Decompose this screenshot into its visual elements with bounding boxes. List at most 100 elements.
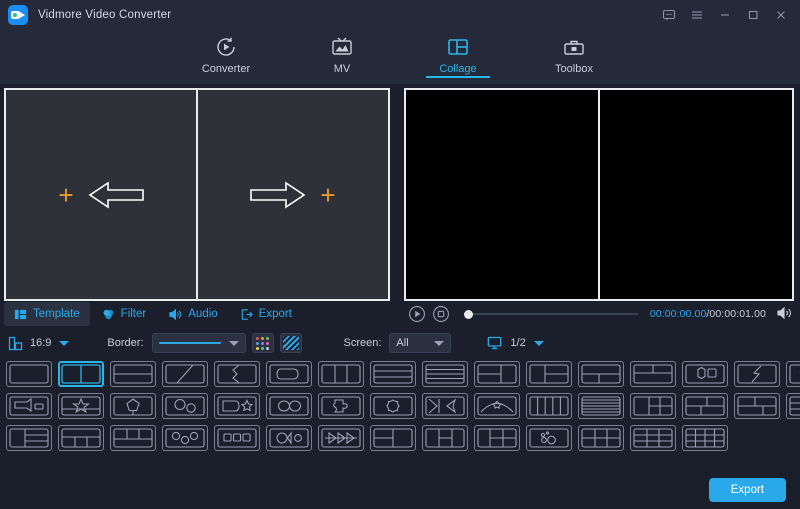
template-top-two-bottom-wide[interactable] bbox=[630, 361, 676, 387]
stop-icon[interactable] bbox=[432, 305, 450, 323]
template-five-columns[interactable] bbox=[526, 393, 572, 419]
template-megaphone-shape[interactable] bbox=[6, 393, 52, 419]
collage-cell-1[interactable]: + bbox=[6, 90, 196, 299]
nav-tab-mv[interactable]: MV bbox=[302, 30, 382, 75]
template-two-ovals[interactable] bbox=[266, 393, 312, 419]
progress-scrubber[interactable] bbox=[462, 307, 638, 321]
volume-icon[interactable] bbox=[776, 305, 794, 323]
feedback-icon[interactable] bbox=[656, 2, 682, 28]
template-three-circles[interactable] bbox=[162, 425, 208, 451]
template-twelve-grid[interactable] bbox=[682, 425, 728, 451]
border-color-button[interactable] bbox=[252, 333, 274, 353]
template-diagonal-split[interactable] bbox=[162, 361, 208, 387]
aspect-ratio-control[interactable]: 16:9 bbox=[8, 336, 69, 351]
page-indicator: 1/2 bbox=[510, 337, 525, 349]
chevron-down-icon[interactable] bbox=[434, 341, 444, 346]
collage-editor-pane: + + bbox=[0, 84, 400, 327]
template-left-wide-right-grid[interactable] bbox=[682, 393, 728, 419]
maximize-icon[interactable] bbox=[740, 2, 766, 28]
preview-half-left bbox=[406, 90, 598, 299]
menu-icon[interactable] bbox=[684, 2, 710, 28]
template-arrow-burst[interactable] bbox=[422, 393, 468, 419]
nav-tab-converter[interactable]: Converter bbox=[186, 30, 266, 75]
aspect-ratio-value: 16:9 bbox=[30, 337, 51, 349]
preview-video-wrap bbox=[400, 84, 794, 301]
monitor-icon bbox=[487, 336, 502, 350]
template-rounded-shape[interactable] bbox=[266, 361, 312, 387]
export-button[interactable]: Export bbox=[709, 478, 786, 502]
template-puzzle-piece[interactable] bbox=[318, 393, 364, 419]
template-two-rows-right-wide[interactable] bbox=[786, 393, 800, 419]
template-two-rows[interactable] bbox=[110, 361, 156, 387]
collage-cell-2[interactable]: + bbox=[196, 90, 388, 299]
template-top-wide-bottom-three[interactable] bbox=[58, 425, 104, 451]
template-puzzle-notch[interactable] bbox=[214, 361, 260, 387]
add-media-plus-icon[interactable]: + bbox=[320, 182, 335, 208]
preview-half-right bbox=[598, 90, 792, 299]
template-bubbles[interactable] bbox=[526, 425, 572, 451]
subtab-label: Audio bbox=[188, 308, 217, 320]
options-toolbar: 16:9 Border: Screen: All bbox=[0, 327, 800, 359]
nav-tab-toolbox[interactable]: Toolbox bbox=[534, 30, 614, 75]
template-single[interactable] bbox=[6, 361, 52, 387]
chevron-down-icon[interactable] bbox=[534, 341, 544, 346]
template-page-control[interactable]: 1/2 bbox=[487, 336, 543, 350]
border-pattern-button[interactable] bbox=[280, 333, 302, 353]
nav-tab-collage[interactable]: Collage bbox=[418, 30, 498, 75]
chevron-down-icon[interactable] bbox=[229, 341, 239, 346]
template-fan-shape[interactable] bbox=[474, 393, 520, 419]
minimize-icon[interactable] bbox=[712, 2, 738, 28]
template-left-two-right-one[interactable] bbox=[526, 361, 572, 387]
workspace: + + bbox=[0, 84, 800, 327]
template-four-grid-right[interactable] bbox=[422, 425, 468, 451]
preview-video[interactable] bbox=[404, 88, 794, 301]
template-flower-circle[interactable] bbox=[370, 393, 416, 419]
video-camera-icon bbox=[8, 5, 28, 25]
template-pentagon-center[interactable] bbox=[110, 393, 156, 419]
subtab-label: Filter bbox=[121, 308, 147, 320]
stripe-pattern-icon bbox=[283, 336, 299, 350]
nav-tab-label: Converter bbox=[202, 63, 250, 75]
template-two-columns[interactable] bbox=[58, 361, 104, 387]
subtab-filter[interactable]: Filter bbox=[92, 302, 157, 326]
border-style-dropdown[interactable] bbox=[152, 333, 246, 353]
template-three-columns[interactable] bbox=[318, 361, 364, 387]
screen-label: Screen: bbox=[344, 337, 382, 349]
template-three-squares[interactable] bbox=[214, 425, 260, 451]
add-media-plus-icon[interactable]: + bbox=[58, 182, 73, 208]
template-top-three-bottom-wide[interactable] bbox=[110, 425, 156, 451]
close-icon[interactable] bbox=[768, 2, 794, 28]
template-left-one-right-four[interactable] bbox=[630, 393, 676, 419]
play-icon[interactable] bbox=[408, 305, 426, 323]
template-six-grid[interactable] bbox=[578, 425, 624, 451]
subtab-audio[interactable]: Audio bbox=[158, 302, 227, 326]
template-top-wide-bottom-two[interactable] bbox=[578, 361, 624, 387]
template-two-by-two-left[interactable] bbox=[370, 425, 416, 451]
template-flag-burst[interactable] bbox=[214, 393, 260, 419]
template-left-one-right-three[interactable] bbox=[6, 425, 52, 451]
subtab-label: Export bbox=[259, 308, 292, 320]
template-four-rows-thin[interactable] bbox=[422, 361, 468, 387]
subtab-export[interactable]: Export bbox=[230, 302, 302, 326]
nav-tab-label: Toolbox bbox=[555, 63, 593, 75]
subtab-label: Template bbox=[33, 308, 80, 320]
template-double-heart[interactable] bbox=[786, 361, 800, 387]
template-circle-triangle-circle[interactable] bbox=[266, 425, 312, 451]
template-lightning-split[interactable] bbox=[734, 361, 780, 387]
template-row bbox=[6, 393, 794, 419]
chevron-down-icon[interactable] bbox=[59, 341, 69, 346]
scrubber-handle[interactable] bbox=[464, 310, 473, 319]
subtab-template[interactable]: Template bbox=[4, 302, 90, 326]
template-left-big-right-two[interactable] bbox=[474, 361, 520, 387]
template-three-rows-thin[interactable] bbox=[370, 361, 416, 387]
template-hexagon-square[interactable] bbox=[682, 361, 728, 387]
template-row bbox=[6, 361, 794, 387]
template-six-rows-thin[interactable] bbox=[578, 393, 624, 419]
template-nine-grid[interactable] bbox=[630, 425, 676, 451]
template-triple-arrow[interactable] bbox=[318, 425, 364, 451]
screen-dropdown[interactable]: All bbox=[389, 333, 451, 353]
template-star-banner[interactable] bbox=[58, 393, 104, 419]
template-two-circles-offset[interactable] bbox=[162, 393, 208, 419]
template-six-grid-left[interactable] bbox=[474, 425, 520, 451]
template-mixed-blocks[interactable] bbox=[734, 393, 780, 419]
